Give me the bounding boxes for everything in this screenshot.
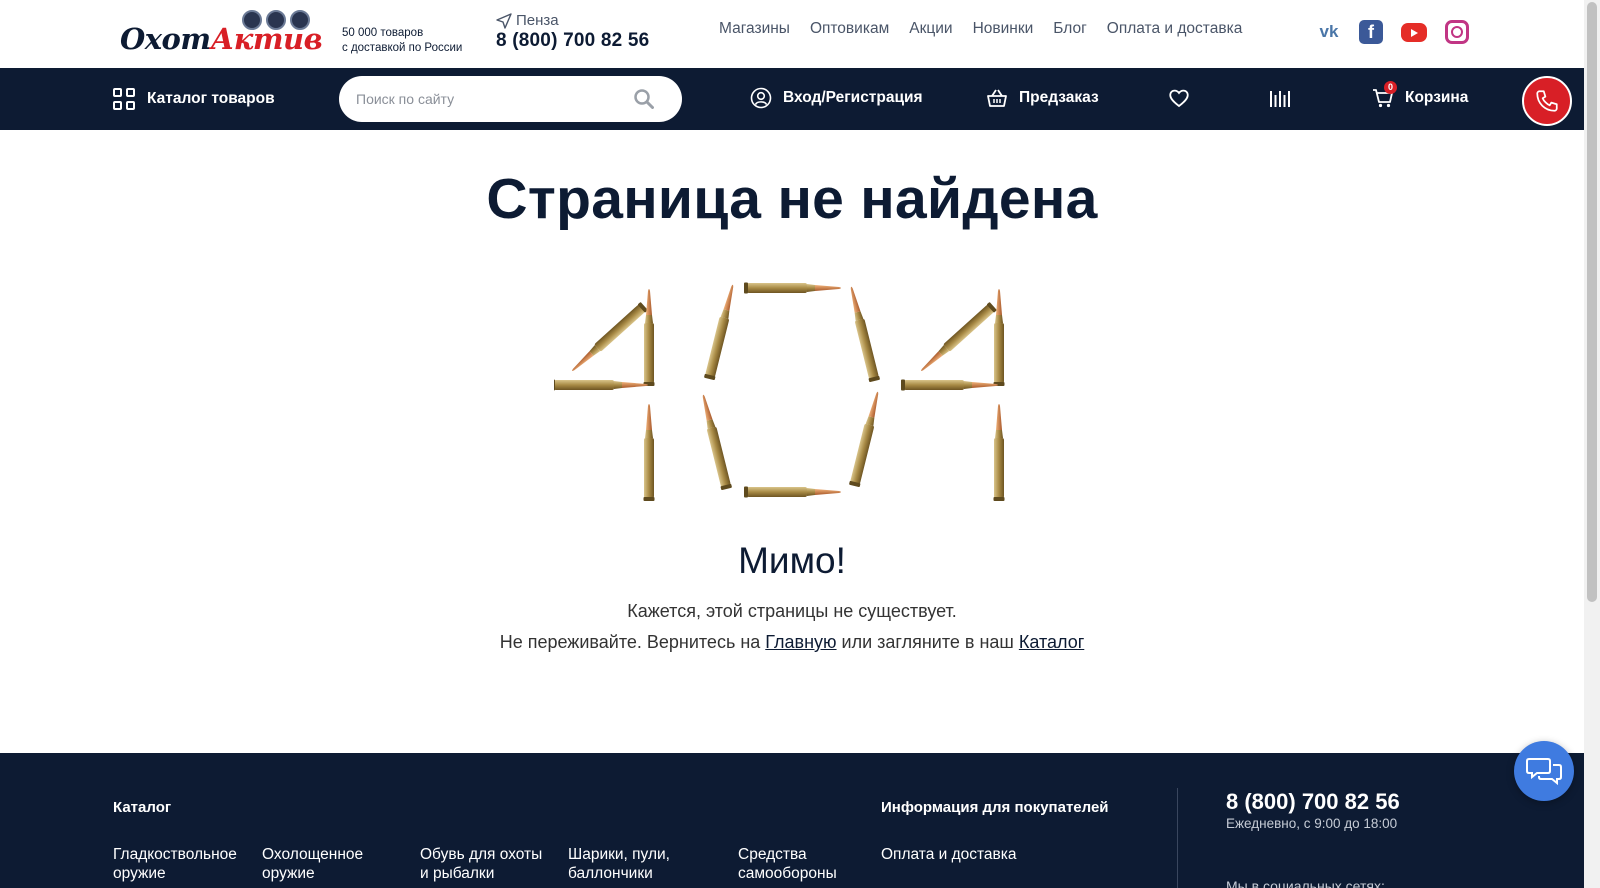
city-label: Пенза bbox=[516, 12, 559, 29]
message-middle: или загляните в наш bbox=[836, 632, 1019, 652]
message-prefix: Не переживайте. Вернитесь на bbox=[499, 632, 766, 652]
footer-link-self-defense[interactable]: Средства самообороны bbox=[738, 845, 837, 883]
footer: Каталог Гладкоствольное оружие Охолощенно… bbox=[0, 753, 1584, 888]
catalog-button[interactable]: Каталог товаров bbox=[113, 88, 275, 110]
cart-count-badge: 0 bbox=[1384, 81, 1397, 94]
youtube-icon[interactable] bbox=[1401, 23, 1427, 42]
favorites-button[interactable] bbox=[1168, 87, 1190, 109]
scrollbar-thumb[interactable] bbox=[1587, 2, 1597, 602]
site-logo[interactable]: ОхотАктив bbox=[120, 8, 332, 60]
heart-icon bbox=[1169, 89, 1189, 108]
error-message-line2: Не переживайте. Вернитесь на Главную или… bbox=[0, 632, 1584, 653]
footer-phone[interactable]: 8 (800) 700 82 56 bbox=[1226, 789, 1400, 815]
error-message-line1: Кажется, этой страницы не существует. bbox=[627, 601, 957, 621]
top-header: ОхотАктив 50 000 товаров с доставкой по … bbox=[0, 0, 1584, 68]
catalog-button-label: Каталог товаров bbox=[147, 90, 275, 107]
footer-divider bbox=[1177, 788, 1178, 888]
phone-icon bbox=[1536, 90, 1558, 112]
login-label: Вход/Регистрация bbox=[783, 89, 923, 106]
page-subtitle: Мимо! bbox=[738, 540, 846, 581]
compare-bars-icon bbox=[1270, 91, 1290, 107]
page-title: Страница не найдена bbox=[486, 167, 1098, 231]
cart-label: Корзина bbox=[1405, 89, 1469, 106]
basket-icon bbox=[987, 89, 1007, 107]
city-selector[interactable]: Пенза bbox=[496, 12, 559, 29]
catalog-link[interactable]: Каталог bbox=[1019, 632, 1084, 652]
user-icon bbox=[750, 87, 772, 109]
preorder-label: Предзаказ bbox=[1019, 89, 1099, 106]
logo-text: ОхотАктив bbox=[120, 22, 323, 56]
cart-button[interactable]: 0 Корзина bbox=[1372, 81, 1469, 109]
facebook-icon[interactable]: f bbox=[1359, 20, 1383, 44]
nav-link-promotions[interactable]: Акции bbox=[909, 20, 952, 38]
chat-bubbles-icon bbox=[1526, 758, 1562, 786]
search-icon[interactable] bbox=[634, 89, 654, 109]
nav-link-wholesale[interactable]: Оптовикам bbox=[810, 20, 889, 38]
footer-social-label: Мы в социальных сетях: bbox=[1226, 878, 1385, 888]
tagline-line2: с доставкой по России bbox=[342, 42, 463, 54]
location-arrow-icon bbox=[496, 12, 512, 29]
nav-link-new-arrivals[interactable]: Новинки bbox=[973, 20, 1034, 38]
tagline: 50 000 товаров с доставкой по России bbox=[342, 26, 462, 56]
callback-button[interactable] bbox=[1522, 76, 1572, 126]
footer-link-payment-delivery[interactable]: Оплата и доставка bbox=[881, 845, 1017, 864]
footer-link-pellets[interactable]: Шарики, пули, баллончики bbox=[568, 845, 670, 883]
nav-link-payment-delivery[interactable]: Оплата и доставка bbox=[1107, 20, 1243, 38]
header-phone[interactable]: 8 (800) 700 82 56 bbox=[496, 30, 649, 52]
search-box bbox=[339, 76, 682, 122]
login-button[interactable]: Вход/Регистрация bbox=[750, 87, 923, 109]
top-nav: Магазины Оптовикам Акции Новинки Блог Оп… bbox=[719, 20, 1242, 38]
social-links: vk f bbox=[1317, 20, 1469, 44]
tagline-line1: 50 000 товаров bbox=[342, 27, 424, 39]
bullets-404-illustration bbox=[554, 282, 1005, 501]
compare-button[interactable] bbox=[1269, 87, 1291, 109]
logo-text-part1: Охот bbox=[120, 22, 211, 56]
footer-link-footwear[interactable]: Обувь для охоты и рыбалки bbox=[420, 845, 542, 883]
preorder-button[interactable]: Предзаказ bbox=[986, 87, 1099, 109]
page-scrollbar[interactable] bbox=[1584, 0, 1600, 888]
nav-link-blog[interactable]: Блог bbox=[1053, 20, 1087, 38]
footer-hours: Ежедневно, с 9:00 до 18:00 bbox=[1226, 816, 1398, 831]
nav-link-stores[interactable]: Магазины bbox=[719, 20, 790, 38]
catalog-grid-icon bbox=[113, 88, 135, 110]
logo-text-part2: Актив bbox=[210, 22, 323, 56]
vk-icon[interactable]: vk bbox=[1317, 20, 1341, 44]
footer-catalog-heading: Каталог bbox=[113, 799, 172, 816]
search-input[interactable] bbox=[356, 89, 616, 109]
home-link[interactable]: Главную bbox=[765, 632, 836, 652]
footer-link-blank-firing[interactable]: Охолощенное оружие bbox=[262, 845, 363, 883]
footer-link-smoothbore[interactable]: Гладкоствольное оружие bbox=[113, 845, 237, 883]
footer-info-heading: Информация для покупателей bbox=[881, 799, 1109, 816]
main-navbar: Каталог товаров Вход/Регистрация Предзак… bbox=[0, 68, 1584, 130]
chat-button[interactable] bbox=[1514, 741, 1574, 801]
instagram-icon[interactable] bbox=[1445, 20, 1469, 44]
